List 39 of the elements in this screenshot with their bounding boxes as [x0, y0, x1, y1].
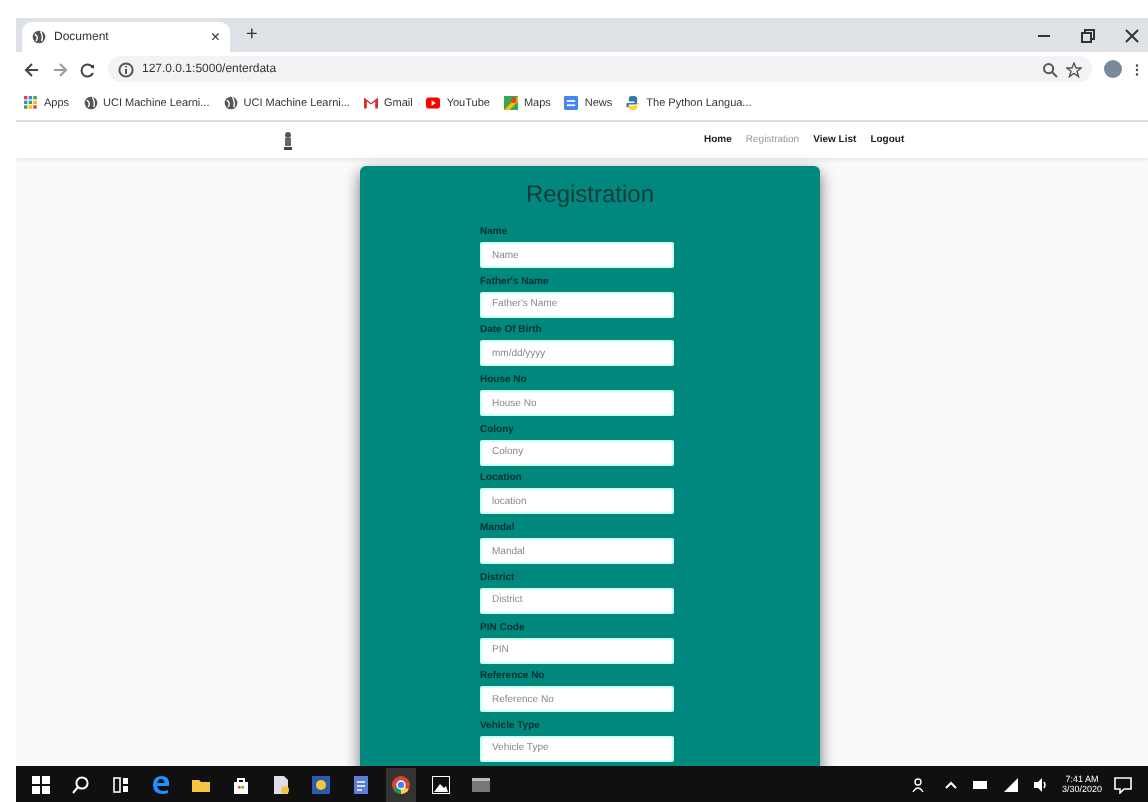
globe-icon: [32, 30, 46, 44]
python-icon: [626, 96, 641, 110]
battery-icon[interactable]: [971, 775, 990, 793]
reload-icon[interactable]: [80, 61, 96, 77]
zoom-icon[interactable]: [1042, 61, 1058, 77]
globe-icon: [83, 96, 98, 110]
info-icon: [118, 61, 134, 77]
form-title: Registration: [523, 180, 657, 208]
star-icon[interactable]: [1066, 61, 1082, 77]
newspaper-icon: [564, 96, 579, 110]
emblem-icon: [284, 131, 292, 149]
apps-grid-icon: [24, 96, 38, 110]
network-icon[interactable]: [1001, 775, 1020, 793]
window-icon[interactable]: [472, 775, 490, 793]
map-icon: [503, 96, 518, 110]
task-view-icon[interactable]: [112, 775, 130, 793]
folder-icon[interactable]: [192, 775, 210, 793]
edge-browser-icon[interactable]: [152, 775, 170, 793]
search-icon[interactable]: [72, 775, 90, 793]
notifications-icon[interactable]: [1114, 775, 1132, 793]
shopping-bag-icon[interactable]: [232, 775, 250, 793]
back-icon[interactable]: [24, 61, 40, 77]
notepad-icon[interactable]: [352, 775, 370, 793]
mail-icon: [363, 96, 378, 110]
windows-icon[interactable]: [32, 775, 50, 793]
app-icon[interactable]: [312, 775, 330, 793]
chrome-icon[interactable]: [386, 767, 416, 801]
restore-icon[interactable]: [1080, 27, 1096, 43]
photos-icon[interactable]: [432, 775, 450, 793]
new-tab-button[interactable]: +: [230, 24, 274, 46]
document-icon[interactable]: [272, 775, 290, 793]
forward-icon[interactable]: [52, 61, 68, 77]
close-tab-button[interactable]: ×: [210, 28, 220, 46]
more-icon[interactable]: [1134, 61, 1140, 77]
profile-avatar[interactable]: [1104, 60, 1122, 78]
close-icon[interactable]: [1124, 27, 1140, 43]
globe-icon: [223, 96, 238, 110]
play-icon: [426, 96, 441, 110]
speaker-icon[interactable]: [1031, 775, 1050, 793]
